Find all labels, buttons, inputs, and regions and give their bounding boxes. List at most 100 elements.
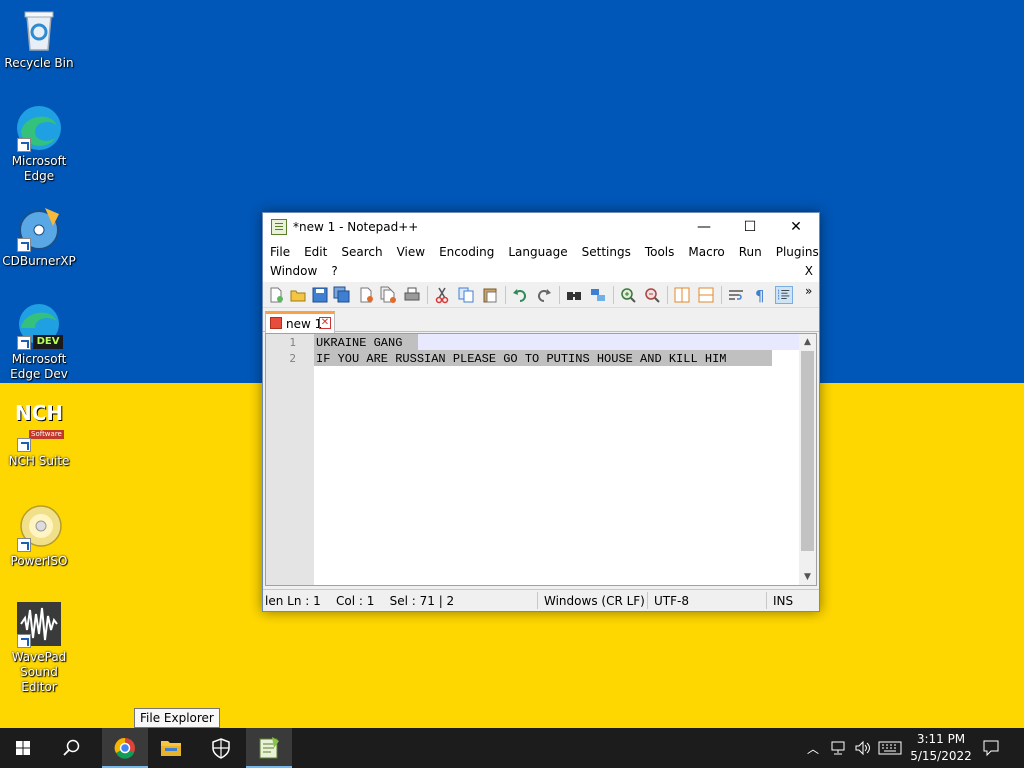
- scrollbar-thumb[interactable]: [801, 351, 814, 551]
- redo-icon[interactable]: [535, 286, 553, 304]
- menu-encoding[interactable]: Encoding: [432, 243, 501, 262]
- status-cursor-position: len Ln : 1 Col : 1 Sel : 71 | 2: [265, 594, 455, 608]
- maximize-button[interactable]: ☐: [727, 213, 773, 242]
- cut-icon[interactable]: [433, 286, 451, 304]
- replace-icon[interactable]: [589, 286, 607, 304]
- zoom-out-icon[interactable]: [643, 286, 661, 304]
- status-divider: [766, 592, 767, 609]
- notepad-plus-plus-icon: [259, 737, 279, 759]
- network-icon[interactable]: [830, 740, 848, 756]
- notification-center-icon[interactable]: [982, 739, 1000, 757]
- close-all-icon[interactable]: [379, 286, 397, 304]
- show-hidden-icons-chevron-icon[interactable]: ︿: [804, 740, 822, 757]
- desktop-icon-label: CDBurnerXP: [2, 254, 76, 268]
- line-number-gutter: 1 2: [266, 334, 314, 585]
- menu-settings[interactable]: Settings: [575, 243, 638, 262]
- sync-horizontal-scroll-icon[interactable]: [697, 286, 715, 304]
- taskbar-notepad-plus-plus[interactable]: [246, 728, 292, 768]
- zoom-in-icon[interactable]: [619, 286, 637, 304]
- status-eol[interactable]: Windows (CR LF): [544, 594, 645, 608]
- desktop-icon-microsoft-edge-dev[interactable]: DEV Microsoft Edge Dev: [2, 302, 76, 382]
- menu-bar: File Edit Search View Encoding Language …: [263, 242, 819, 282]
- word-wrap-icon[interactable]: [727, 286, 745, 304]
- toolbar-overflow-icon[interactable]: »: [805, 284, 812, 298]
- desktop-icon-microsoft-edge[interactable]: Microsoft Edge: [2, 104, 76, 184]
- menu-plugins[interactable]: Plugins: [769, 243, 826, 262]
- scroll-up-arrow-icon[interactable]: ▲: [799, 334, 816, 350]
- desktop-icon-poweriso[interactable]: PowerISO: [2, 504, 76, 569]
- search-button[interactable]: [48, 728, 94, 768]
- menu-search[interactable]: Search: [334, 243, 389, 262]
- wavepad-waveform-icon: [15, 600, 63, 648]
- new-file-icon[interactable]: [267, 286, 285, 304]
- folder-icon: [161, 741, 181, 756]
- status-encoding[interactable]: UTF-8: [654, 594, 689, 608]
- nch-logo-icon: NCH Software: [15, 401, 64, 452]
- menu-macro[interactable]: Macro: [681, 243, 731, 262]
- recycle-bin-icon: [15, 6, 63, 54]
- volume-icon[interactable]: [854, 740, 872, 756]
- nch-logo-text: NCH: [15, 401, 64, 425]
- menu-help[interactable]: ?: [324, 262, 344, 281]
- edge-icon: [15, 104, 63, 152]
- close-button[interactable]: ✕: [773, 213, 819, 242]
- desktop-icon-recycle-bin[interactable]: Recycle Bin: [2, 6, 76, 71]
- document-tab-new-1[interactable]: new 1 ✕: [265, 311, 335, 333]
- poweriso-disc-icon: [15, 504, 63, 552]
- desktop-icon-label: Recycle Bin: [4, 56, 74, 70]
- toolbar-separator: [667, 286, 668, 304]
- line-number: 2: [289, 352, 296, 365]
- scroll-down-arrow-icon[interactable]: ▼: [799, 569, 816, 585]
- menu-run[interactable]: Run: [732, 243, 769, 262]
- copy-icon[interactable]: [457, 286, 475, 304]
- menu-view[interactable]: View: [390, 243, 432, 262]
- menu-tools[interactable]: Tools: [638, 243, 682, 262]
- menu-window[interactable]: Window: [263, 262, 324, 281]
- shield-icon: [212, 738, 230, 759]
- taskbar-file-explorer[interactable]: [148, 728, 194, 768]
- desktop-icon-nch-suite[interactable]: NCH Software NCH Suite: [2, 401, 76, 469]
- menu-row-1: File Edit Search View Encoding Language …: [263, 243, 826, 262]
- svg-text:¶: ¶: [755, 287, 765, 304]
- dev-badge: DEV: [33, 335, 63, 349]
- toolbar-separator: [721, 286, 722, 304]
- close-document-button[interactable]: X: [805, 262, 813, 281]
- document-tab-bar: new 1 ✕: [263, 308, 819, 333]
- start-button[interactable]: [0, 728, 46, 768]
- tab-close-icon[interactable]: ✕: [319, 317, 331, 329]
- search-icon: [63, 739, 80, 756]
- sync-vertical-scroll-icon[interactable]: [673, 286, 691, 304]
- vertical-scrollbar[interactable]: ▲ ▼: [799, 334, 816, 585]
- editor-line-2[interactable]: IF YOU ARE RUSSIAN PLEASE GO TO PUTINS H…: [316, 351, 726, 367]
- close-file-icon[interactable]: [357, 286, 375, 304]
- menu-file[interactable]: File: [263, 243, 297, 262]
- undo-icon[interactable]: [511, 286, 529, 304]
- menu-language[interactable]: Language: [501, 243, 574, 262]
- toolbar: ¶ »: [263, 282, 819, 308]
- clock-date[interactable]: 5/15/2022: [906, 749, 976, 763]
- text-editor[interactable]: 1 2 UKRAINE GANG IF YOU ARE RUSSIAN PLEA…: [265, 333, 817, 586]
- indent-guide-icon[interactable]: [775, 286, 793, 304]
- minimize-button[interactable]: —: [681, 213, 727, 242]
- show-all-characters-icon[interactable]: ¶: [751, 286, 769, 304]
- window-title: *new 1 - Notepad++: [293, 220, 419, 234]
- taskbar-chrome[interactable]: [102, 728, 148, 768]
- toolbar-separator: [613, 286, 614, 304]
- toolbar-separator: [427, 286, 428, 304]
- status-insert-mode[interactable]: INS: [773, 594, 793, 608]
- save-icon[interactable]: [311, 286, 329, 304]
- clock-time[interactable]: 3:11 PM: [906, 732, 976, 746]
- save-all-icon[interactable]: [333, 286, 351, 304]
- open-file-icon[interactable]: [289, 286, 307, 304]
- print-icon[interactable]: [403, 286, 421, 304]
- paste-icon[interactable]: [481, 286, 499, 304]
- editor-line-1[interactable]: UKRAINE GANG: [316, 335, 402, 351]
- desktop-icon-cdburnerxp[interactable]: CDBurnerXP: [2, 204, 76, 269]
- keyboard-icon[interactable]: [878, 741, 902, 755]
- find-icon[interactable]: [565, 286, 583, 304]
- taskbar-windows-security[interactable]: [198, 728, 244, 768]
- desktop-icon-wavepad[interactable]: WavePad Sound Editor: [2, 600, 76, 695]
- menu-edit[interactable]: Edit: [297, 243, 334, 262]
- title-bar[interactable]: *new 1 - Notepad++ — ☐ ✕: [263, 213, 819, 242]
- shortcut-arrow-icon: [17, 634, 31, 648]
